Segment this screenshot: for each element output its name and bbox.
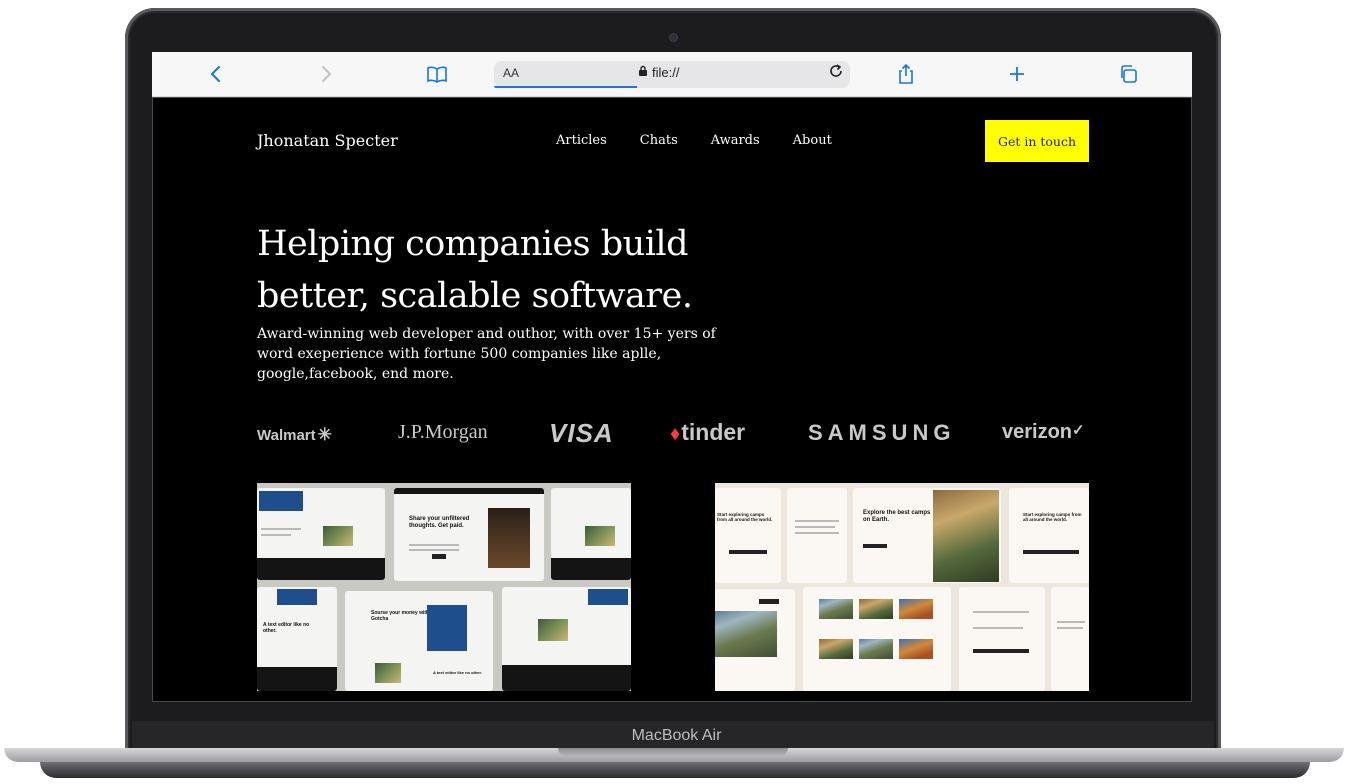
mini-page <box>502 587 631 691</box>
get-in-touch-button[interactable]: Get in touch <box>985 120 1089 162</box>
mini-page <box>959 587 1045 691</box>
walmart-logo: Walmart ✳ <box>257 425 332 444</box>
screen: AA file:// Jhonatan Specter Articles Cha… <box>152 52 1192 702</box>
mini-page <box>715 589 795 691</box>
nav-about[interactable]: About <box>793 133 832 148</box>
laptop-base-notch <box>558 748 788 756</box>
project-thumbnail-editor[interactable]: Share your unfiltered thoughts. Get paid… <box>257 483 631 691</box>
main-nav: Articles Chats Awards About <box>556 133 832 148</box>
nav-awards[interactable]: Awards <box>711 133 760 148</box>
hero-title: Helping companies build better, scalable… <box>257 224 693 316</box>
verizon-logo: verizon✓ <box>1002 421 1085 443</box>
project-thumbnail-camps[interactable]: Start exploring camps from all around th… <box>715 483 1089 691</box>
jpmorgan-logo: J.P.Morgan <box>398 421 488 443</box>
mini-page <box>1051 587 1089 691</box>
mini-page: A text editor like no other. <box>257 587 337 691</box>
nav-chats[interactable]: Chats <box>640 133 678 148</box>
camera-icon <box>670 34 677 41</box>
mini-page: Start exploring camps from all around th… <box>1009 488 1089 583</box>
lock-icon <box>638 65 648 80</box>
mini-page <box>787 488 847 583</box>
web-page: Jhonatan Specter Articles Chats Awards A… <box>152 97 1192 702</box>
book-icon[interactable] <box>425 62 449 86</box>
reader-button[interactable]: AA <box>503 66 519 80</box>
chevron-left-icon[interactable] <box>204 62 228 86</box>
browser-toolbar: AA file:// <box>152 52 1192 97</box>
page-load-progress <box>494 86 637 88</box>
url-text: file:// <box>639 65 680 80</box>
mini-page-featured: Share your unfiltered thoughts. Get paid… <box>394 488 544 581</box>
share-icon[interactable] <box>894 62 918 86</box>
tabs-icon[interactable] <box>1116 62 1140 86</box>
visa-logo: VISA <box>549 418 614 448</box>
mini-page <box>551 488 631 580</box>
nav-articles[interactable]: Articles <box>556 133 607 148</box>
reload-icon[interactable] <box>828 63 844 84</box>
samsung-logo: SAMSUNG <box>808 420 956 445</box>
hero-subtitle: Award-winning web developer and outhor, … <box>257 326 716 382</box>
site-logo[interactable]: Jhonatan Specter <box>257 131 398 150</box>
chevron-right-icon[interactable] <box>314 62 338 86</box>
device-brand-label: MacBook Air <box>631 727 722 744</box>
mini-page-gotcha: Sourse your money with Gotcha A text edi… <box>345 591 493 691</box>
plus-icon[interactable] <box>1005 62 1029 86</box>
mini-page <box>257 488 385 580</box>
laptop-base-shadow <box>40 762 1310 778</box>
address-bar[interactable]: AA file:// <box>494 61 850 88</box>
url-value: file:// <box>652 65 680 80</box>
mini-page: Start exploring camps from all around th… <box>715 488 781 583</box>
mini-page-featured: Explore the best camps on Earth. <box>853 488 1001 583</box>
tinder-logo: ♦tinder <box>670 419 746 445</box>
flame-icon: ♦ <box>670 423 681 445</box>
mini-page-grid <box>803 587 951 691</box>
client-logos: Walmart ✳ J.P.Morgan VISA ♦tinder SAMSUNG… <box>257 418 1089 452</box>
